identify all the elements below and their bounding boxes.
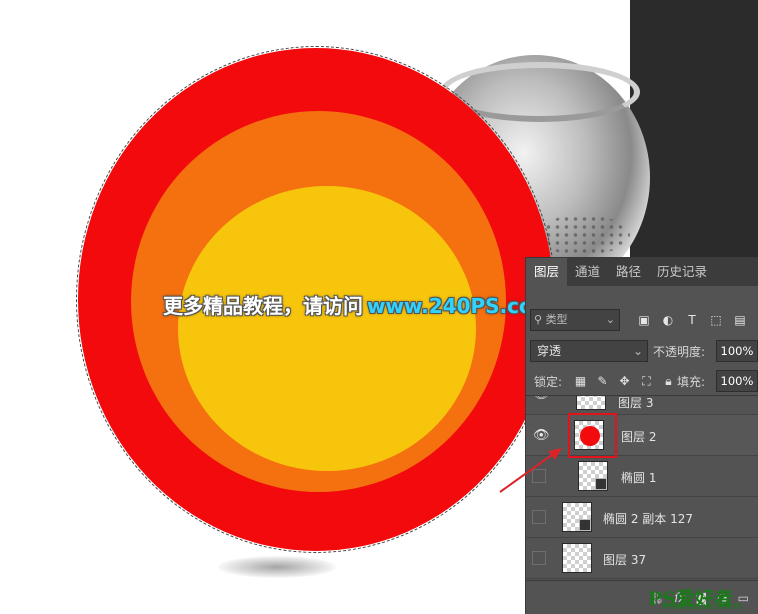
annotation-arrow — [499, 448, 562, 493]
site-logo-url: www.psahz.com — [662, 601, 743, 612]
